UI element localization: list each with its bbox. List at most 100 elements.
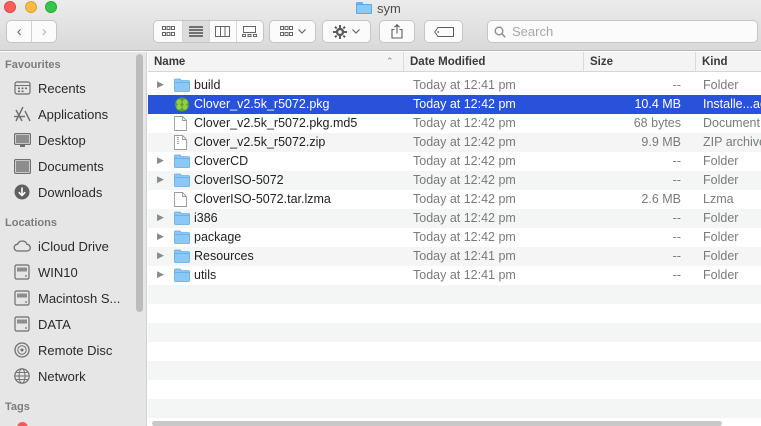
file-date-modified: Today at 12:41 pm — [413, 78, 516, 92]
sidebar-item-label: Macintosh S... — [38, 290, 121, 306]
disclosure-triangle-icon[interactable]: ▶ — [157, 269, 164, 280]
file-row[interactable]: CloverISO-5072.tar.lzma Today at 12:42 pm… — [148, 190, 761, 209]
document-file-icon — [174, 116, 190, 131]
gear-icon — [333, 24, 347, 39]
zoom-window-button[interactable] — [45, 1, 57, 13]
icon-grid-icon — [161, 26, 175, 36]
sidebar-item-documents[interactable]: Documents — [0, 155, 134, 177]
cloud-icon — [12, 237, 32, 255]
sidebar-item-icloud-drive[interactable]: iCloud Drive — [0, 235, 134, 257]
empty-row — [148, 304, 761, 323]
sidebar-item-downloads[interactable]: Downloads — [0, 181, 134, 203]
chevron-left-icon: ‹ — [16, 23, 22, 40]
column-view-button[interactable] — [208, 21, 236, 42]
file-row[interactable]: ▶ utils Today at 12:41 pm -- Folder — [148, 266, 761, 285]
icon-view-button[interactable] — [155, 21, 182, 42]
empty-row — [148, 399, 761, 418]
gallery-view-button[interactable] — [235, 21, 263, 42]
disclosure-triangle-icon[interactable]: ▶ — [157, 231, 164, 242]
sidebar-item-macintosh-hd[interactable]: Macintosh S... — [0, 287, 134, 309]
file-size: -- — [672, 154, 681, 168]
list-view-button[interactable] — [181, 21, 209, 42]
folder-icon — [174, 249, 190, 264]
size-column-header[interactable]: Size — [583, 52, 695, 71]
share-icon — [391, 24, 403, 39]
file-row[interactable]: Clover_v2.5k_r5072.pkg.md5 Today at 12:42… — [148, 114, 761, 133]
date-column-header[interactable]: Date Modified — [403, 52, 583, 71]
file-name: CloverISO-5072 — [194, 173, 284, 187]
file-row[interactable]: Clover_v2.5k_r5072.pkg Today at 12:42 pm 1… — [148, 95, 761, 114]
file-row[interactable]: ▶ Resources Today at 12:41 pm -- Folder — [148, 247, 761, 266]
folder-icon — [356, 2, 372, 14]
disclosure-triangle-icon[interactable]: ▶ — [157, 212, 164, 223]
sidebar-item-recents[interactable]: Recents — [0, 77, 134, 99]
file-size: -- — [672, 173, 681, 187]
folder-icon — [174, 173, 190, 188]
sidebar-item-label: Downloads — [38, 184, 103, 200]
sidebar-item-applications[interactable]: Applications — [0, 103, 134, 125]
red-tag-icon[interactable] — [17, 422, 28, 426]
chevron-down-icon — [297, 29, 306, 34]
empty-row — [148, 361, 761, 380]
file-row[interactable]: Clover_v2.5k_r5072.zip Today at 12:42 pm 9… — [148, 133, 761, 152]
file-name: Clover_v2.5k_r5072.pkg — [194, 97, 330, 111]
group-by-button[interactable] — [269, 20, 316, 43]
empty-row — [148, 342, 761, 361]
zip-archive-icon — [174, 135, 190, 150]
document-file-icon — [174, 192, 190, 207]
kind-column-header[interactable]: Kind — [695, 52, 761, 71]
sidebar-scrollbar[interactable] — [136, 54, 143, 312]
sidebar-item-remote-disc[interactable]: Remote Disc — [0, 339, 134, 361]
disclosure-triangle-icon[interactable]: ▶ — [157, 155, 164, 166]
file-kind: Document — [703, 116, 760, 130]
date-column-label: Date Modified — [410, 55, 486, 68]
file-kind: Folder — [703, 249, 739, 263]
sidebar-item-network[interactable]: Network — [0, 365, 134, 387]
search-input[interactable] — [512, 24, 742, 39]
file-name: CloverCD — [194, 154, 249, 168]
sidebar-item-label: Remote Disc — [38, 342, 113, 358]
sidebar-item-label: Network — [38, 368, 86, 384]
back-forward-control: ‹ › — [6, 20, 57, 43]
minimize-window-button[interactable] — [25, 1, 37, 13]
view-mode-control — [153, 20, 264, 43]
file-name: CloverISO-5072.tar.lzma — [194, 192, 331, 206]
file-row[interactable]: ▶ i386 Today at 12:42 pm -- Folder — [148, 209, 761, 228]
action-menu-button[interactable] — [322, 20, 371, 43]
folder-icon — [174, 78, 190, 93]
disclosure-triangle-icon[interactable]: ▶ — [157, 174, 164, 185]
edit-tags-button[interactable] — [424, 20, 463, 43]
disclosure-triangle-icon[interactable]: ▶ — [157, 79, 164, 90]
file-kind: ZIP archive — [703, 135, 761, 149]
search-field[interactable] — [487, 20, 758, 43]
sidebar-item-desktop[interactable]: Desktop — [0, 129, 134, 151]
sidebar-item-win10[interactable]: WIN10 — [0, 261, 134, 283]
empty-row — [148, 323, 761, 342]
file-row[interactable]: ▶ build Today at 12:41 pm -- Folder — [148, 76, 761, 95]
file-date-modified: Today at 12:42 pm — [413, 97, 516, 111]
sidebar-item-data[interactable]: DATA — [0, 313, 134, 335]
file-name: utils — [194, 268, 217, 282]
share-button[interactable] — [379, 20, 415, 43]
forward-button[interactable]: › — [31, 21, 56, 42]
horizontal-scrollbar[interactable] — [152, 421, 722, 426]
file-row[interactable]: ▶ package Today at 12:42 pm -- Folder — [148, 228, 761, 247]
file-kind: Installe...ackage — [703, 97, 761, 111]
file-kind: Lzma — [703, 192, 734, 206]
disclosure-triangle-icon[interactable]: ▶ — [157, 250, 164, 261]
close-window-button[interactable] — [4, 1, 16, 13]
group-grid-icon — [279, 26, 293, 36]
file-size: -- — [672, 211, 681, 225]
file-kind: Folder — [703, 173, 739, 187]
window-title: sym — [356, 0, 401, 16]
window-toolbar: sym ‹ › — [0, 0, 761, 51]
sidebar-item-label: Recents — [38, 80, 86, 96]
sidebar-item-label: Documents — [38, 158, 104, 174]
file-row[interactable]: ▶ CloverCD Today at 12:42 pm -- Folder — [148, 152, 761, 171]
sidebar-item-label: Applications — [38, 106, 109, 122]
name-column-header[interactable]: Name — [148, 52, 403, 71]
back-button[interactable]: ‹ — [7, 21, 31, 42]
folder-icon — [174, 211, 190, 226]
file-row[interactable]: ▶ CloverISO-5072 Today at 12:42 pm -- Folder — [148, 171, 761, 190]
locations-heading: Locations — [5, 217, 57, 229]
